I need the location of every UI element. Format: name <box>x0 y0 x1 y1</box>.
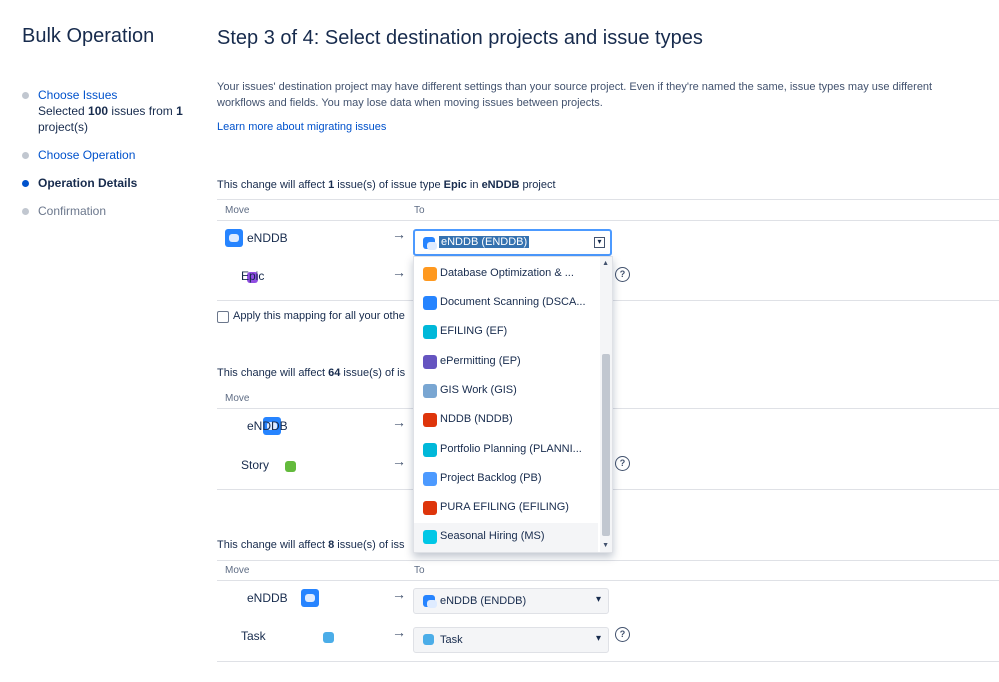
move-column-label: Move <box>225 565 250 576</box>
divider <box>217 199 999 200</box>
project-avatar-icon <box>423 595 437 608</box>
task-icon <box>323 631 335 643</box>
source-project: eNDDB <box>247 419 288 433</box>
step-detail-2: project(s) <box>38 120 89 134</box>
arrow-right-icon: → <box>392 586 406 602</box>
project-avatar-icon <box>300 589 319 607</box>
source-project: eNDDB <box>247 231 288 245</box>
divider <box>217 560 999 561</box>
source-issue-type: Story <box>241 458 270 472</box>
destination-issue-type-select[interactable]: Task ▾ <box>413 627 609 653</box>
dropdown-option[interactable]: Database Optimization & ... <box>414 260 598 289</box>
chevron-down-icon: ▾ <box>595 594 601 605</box>
help-icon[interactable]: ? <box>615 627 630 642</box>
project-avatar-icon <box>423 501 437 515</box>
section-heading: This change will affect 1 issue(s) of is… <box>217 179 556 191</box>
story-icon <box>285 460 297 472</box>
dropdown-option[interactable]: EFILING (EF) <box>414 318 598 347</box>
source-project: eNDDB <box>247 591 288 605</box>
project-avatar-icon <box>423 472 437 486</box>
dropdown-option[interactable]: Project Backlog (PB) <box>414 465 598 494</box>
arrow-right-icon: → <box>392 226 406 242</box>
project-avatar-icon <box>423 413 437 427</box>
move-column-label: Move <box>225 393 250 404</box>
source-issue-type: Task <box>241 629 266 643</box>
description: Your issues' destination project may hav… <box>217 81 933 109</box>
scroll-down-icon[interactable]: ▼ <box>602 542 609 549</box>
help-icon[interactable]: ? <box>615 456 630 471</box>
project-avatar-icon <box>423 355 437 369</box>
project-avatar-icon <box>423 237 437 250</box>
project-dropdown-list[interactable]: Database Optimization & ... Document Sca… <box>413 256 613 553</box>
chevron-down-icon[interactable]: ▾ <box>594 237 605 248</box>
move-column-label: Move <box>225 205 250 216</box>
dropdown-option[interactable]: PURA EFILING (EFILING) <box>414 494 598 523</box>
dropdown-option[interactable]: NDDB (NDDB) <box>414 406 598 435</box>
project-avatar-icon <box>423 267 437 281</box>
scrollbar-thumb[interactable] <box>602 354 610 536</box>
dropdown-option[interactable]: Seasonal Hiring (MS) <box>414 523 598 552</box>
help-icon[interactable]: ? <box>615 267 630 282</box>
step-dot <box>22 208 29 215</box>
to-column-label: To <box>414 205 425 216</box>
arrow-right-icon: → <box>392 414 406 430</box>
destination-project-select[interactable]: eNDDB (ENDDB) ▾ <box>413 229 612 256</box>
divider <box>217 220 999 221</box>
section-heading: This change will affect 64 issue(s) of i… <box>217 367 406 379</box>
project-avatar-icon <box>423 296 437 310</box>
selected-value: Task <box>440 634 463 646</box>
project-avatar-icon <box>225 229 243 247</box>
to-column-label: To <box>414 565 425 576</box>
learn-more-link[interactable]: Learn more about migrating issues <box>217 121 386 133</box>
step-dot-active <box>22 180 29 187</box>
dropdown-option[interactable]: Portfolio Planning (PLANNI... <box>414 436 598 465</box>
sidebar-title: Bulk Operation <box>22 25 155 47</box>
divider <box>217 580 999 581</box>
divider <box>217 661 999 662</box>
step-label[interactable]: Choose Operation <box>38 147 135 163</box>
apply-mapping-checkbox[interactable] <box>217 311 229 323</box>
dropdown-option[interactable]: GIS Work (GIS) <box>414 377 598 406</box>
step-dot <box>22 152 29 159</box>
chevron-down-icon: ▾ <box>595 633 601 644</box>
page-title: Step 3 of 4: Select destination projects… <box>217 27 703 49</box>
selected-value: eNDDB (ENDDB) <box>439 236 530 248</box>
apply-mapping-label: Apply this mapping for all your othe <box>233 310 405 322</box>
project-avatar-icon <box>423 325 437 339</box>
dropdown-option[interactable]: ePermitting (EP) <box>414 348 598 377</box>
arrow-right-icon: → <box>392 624 406 640</box>
step-label: Operation Details <box>38 176 138 190</box>
scroll-up-icon[interactable]: ▲ <box>602 260 609 267</box>
project-avatar-icon <box>423 384 437 398</box>
step-dot <box>22 92 29 99</box>
step-label[interactable]: Choose Issues <box>38 87 117 103</box>
dropdown-option[interactable]: Document Scanning (DSCA... <box>414 289 598 318</box>
selected-value: eNDDB (ENDDB) <box>440 595 527 607</box>
project-avatar-icon <box>423 530 437 544</box>
task-icon <box>423 634 434 645</box>
section-heading: This change will affect 8 issue(s) of is… <box>217 539 405 551</box>
step-detail: Selected 100 issues from 1 <box>38 104 183 118</box>
arrow-right-icon: → <box>392 453 406 469</box>
source-issue-type: Epic <box>241 269 265 283</box>
project-avatar-icon <box>423 443 437 457</box>
dropdown-scrollbar[interactable]: ▲ ▼ <box>600 257 612 552</box>
arrow-right-icon: → <box>392 264 406 280</box>
step-label: Confirmation <box>38 204 107 218</box>
destination-project-select[interactable]: eNDDB (ENDDB) ▾ <box>413 588 609 614</box>
